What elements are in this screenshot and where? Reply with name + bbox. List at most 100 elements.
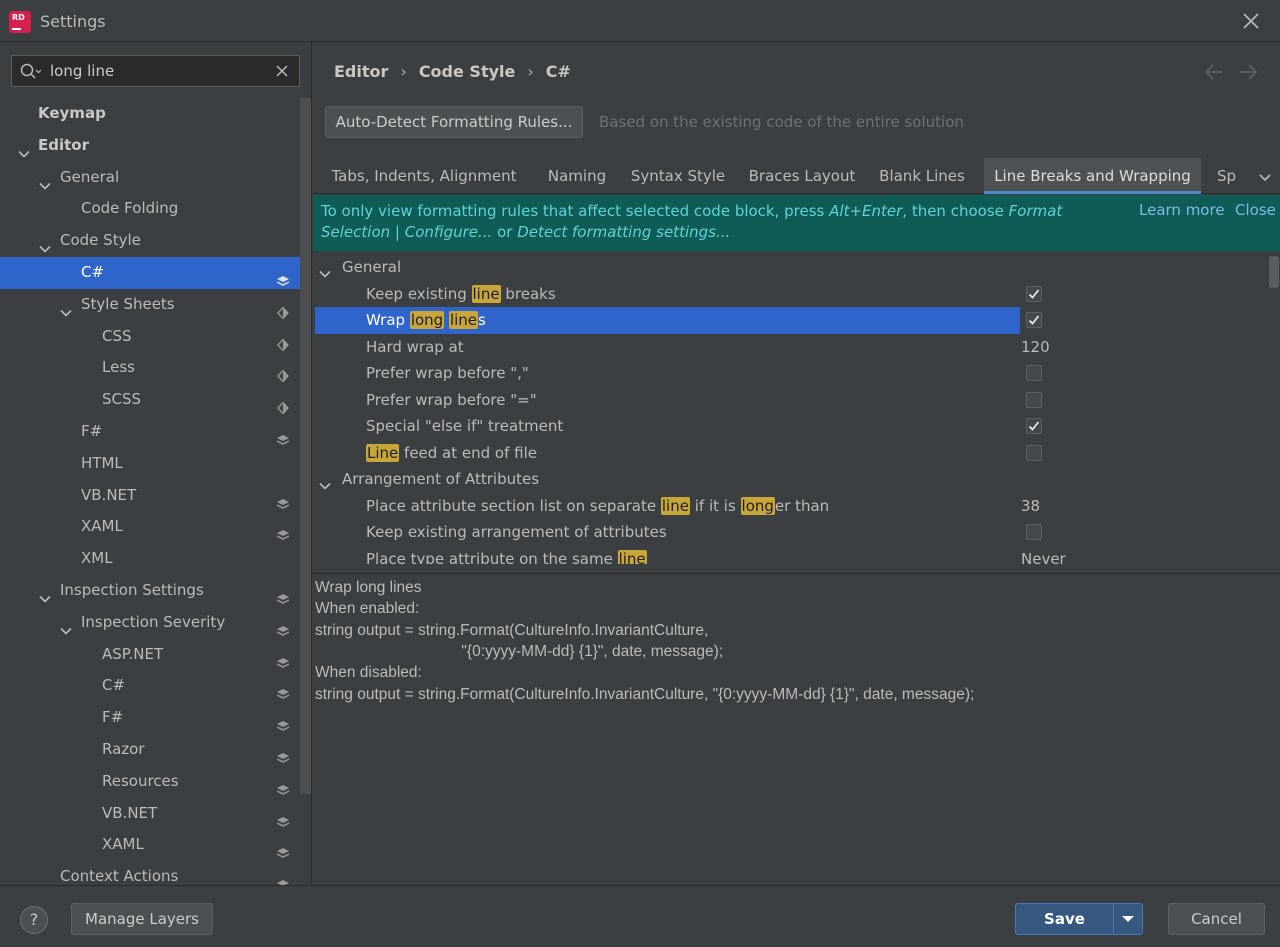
tree-item[interactable]: HTML [0,448,300,480]
option-checkbox[interactable] [1026,418,1042,434]
option-group[interactable]: General [313,254,1268,281]
layers-stack-icon [276,808,290,827]
option-checkbox[interactable] [1026,391,1042,408]
tree-item-label: Inspection Severity [81,612,226,631]
chevron-down-icon[interactable] [60,617,72,635]
tree-item[interactable]: XML [0,543,300,575]
layers-stack-icon [276,521,290,541]
settings-search-input[interactable] [50,60,270,82]
forward-arrow-icon[interactable] [1240,64,1257,80]
option-checkbox[interactable] [1026,365,1042,381]
tree-item[interactable]: VB.NET [0,798,300,830]
option-label: Wrap long lines [366,311,486,329]
tree-item[interactable]: VB.NET [0,480,300,512]
cancel-button[interactable]: Cancel [1168,903,1265,935]
option-row[interactable]: Line feed at end of file [313,440,1268,467]
dialog-footer: ? Manage Layers Save Cancel [0,885,1280,947]
layer-diamond-icon [276,299,290,320]
chevron-down-icon[interactable] [60,299,72,317]
option-checkbox[interactable] [1026,524,1042,540]
tab-syntax-style[interactable]: Syntax Style [619,158,737,194]
tree-item[interactable]: C# [0,256,300,289]
chevron-down-icon[interactable] [319,262,331,278]
tree-item-label: Inspection Settings [60,580,204,599]
tab-sp[interactable]: Sp [1201,158,1241,194]
chevron-down-icon[interactable] [39,235,51,253]
tree-item[interactable]: CSS [0,321,300,353]
option-checkbox[interactable] [1026,312,1042,328]
tree-item[interactable]: Resources [0,766,300,798]
tree-item[interactable]: Less [0,352,300,384]
tab-tabs-indents-alignment[interactable]: Tabs, Indents, Alignment [313,158,535,194]
tab-naming[interactable]: Naming [535,158,619,194]
option-row[interactable]: Prefer wrap before "=" [313,387,1268,414]
option-row[interactable]: Hard wrap at 120 [313,334,1268,361]
option-row[interactable]: Wrap long lines [313,307,1268,334]
settings-search-box[interactable] [11,55,300,87]
tabs-overflow-chevron-icon[interactable] [1258,170,1272,182]
sidebar-scrollbar[interactable] [300,98,311,794]
tree-item[interactable]: Keymap [0,98,300,130]
tree-item[interactable]: C# [0,670,300,702]
option-checkbox[interactable] [1026,285,1042,302]
tab-blank-lines[interactable]: Blank Lines [867,158,977,194]
manage-layers-button[interactable]: Manage Layers [71,903,213,935]
option-number-value[interactable]: 120 [1021,334,1050,361]
tree-item[interactable]: F# [0,702,300,734]
tree-item[interactable]: Inspection Settings [0,575,300,607]
save-button[interactable]: Save [1015,903,1114,935]
tree-item[interactable]: XAML [0,829,300,861]
tree-item-label: Resources [102,771,179,790]
option-label: Prefer wrap before "=" [366,390,537,409]
option-label: Special "else if" treatment [366,417,564,435]
tree-item[interactable]: Inspection Severity [0,607,300,639]
tree-item[interactable]: General [0,162,300,194]
tree-item-label: CSS [102,326,132,345]
banner-detect-link[interactable]: Detect formatting settings... [517,223,730,241]
tab-braces-layout[interactable]: Braces Layout [737,158,867,194]
save-dropdown-button[interactable] [1113,903,1143,935]
tree-item[interactable]: Code Folding [0,193,300,225]
tree-item[interactable]: Code Style [0,225,300,257]
option-row[interactable]: Keep existing line breaks [313,281,1268,308]
chevron-down-icon[interactable] [39,585,51,603]
option-group[interactable]: Arrangement of Attributes [313,466,1268,493]
help-button[interactable]: ? [20,906,48,934]
breadcrumb-code-style[interactable]: Code Style [419,62,516,81]
tree-item[interactable]: Style Sheets [0,289,300,321]
options-scrollbar[interactable] [1268,254,1280,564]
breadcrumb-editor[interactable]: Editor [334,62,388,81]
auto-detect-formatting-button[interactable]: Auto-Detect Formatting Rules... [325,106,583,138]
banner-configure-link[interactable]: Configure... [405,223,493,241]
tree-item[interactable]: ASP.NET [0,639,300,671]
search-icon[interactable] [19,62,42,82]
settings-tree: Keymap Editor General Code Folding Code Styl… [0,98,300,893]
chevron-down-icon[interactable] [18,140,30,158]
layers-stack-icon [276,871,290,890]
tree-item-label: Keymap [38,104,106,122]
option-row[interactable]: Place attribute section list on separate… [313,493,1268,520]
close-icon[interactable] [1240,10,1262,32]
tree-item-label: Razor [102,739,145,758]
layers-stack-icon [276,776,290,795]
banner-close-link[interactable]: Close [1235,201,1276,219]
tree-item[interactable]: Editor [0,130,300,162]
tree-item[interactable]: XAML [0,511,300,543]
option-number-value[interactable]: 38 [1021,493,1040,520]
option-row[interactable]: Special "else if" treatment [313,413,1268,440]
chevron-down-icon[interactable] [39,172,51,190]
chevron-down-icon[interactable] [319,474,331,490]
option-row[interactable]: Keep existing arrangement of attributes [313,519,1268,546]
option-checkbox[interactable] [1026,444,1042,461]
option-row[interactable]: Place type attribute on the same line Nev… [313,546,1268,565]
tree-item[interactable]: SCSS [0,384,300,416]
tree-item[interactable]: Razor [0,734,300,766]
clear-search-icon[interactable] [275,64,289,78]
learn-more-link[interactable]: Learn more [1139,201,1225,219]
dropdown-arrow-icon[interactable] [1239,554,1251,564]
option-row[interactable]: Prefer wrap before "," [313,360,1268,387]
tab-line-breaks-and-wrapping[interactable]: Line Breaks and Wrapping [984,158,1201,194]
option-dropdown-value[interactable]: Never [1021,546,1066,565]
tree-item[interactable]: F# [0,416,300,448]
back-arrow-icon[interactable] [1205,64,1222,80]
